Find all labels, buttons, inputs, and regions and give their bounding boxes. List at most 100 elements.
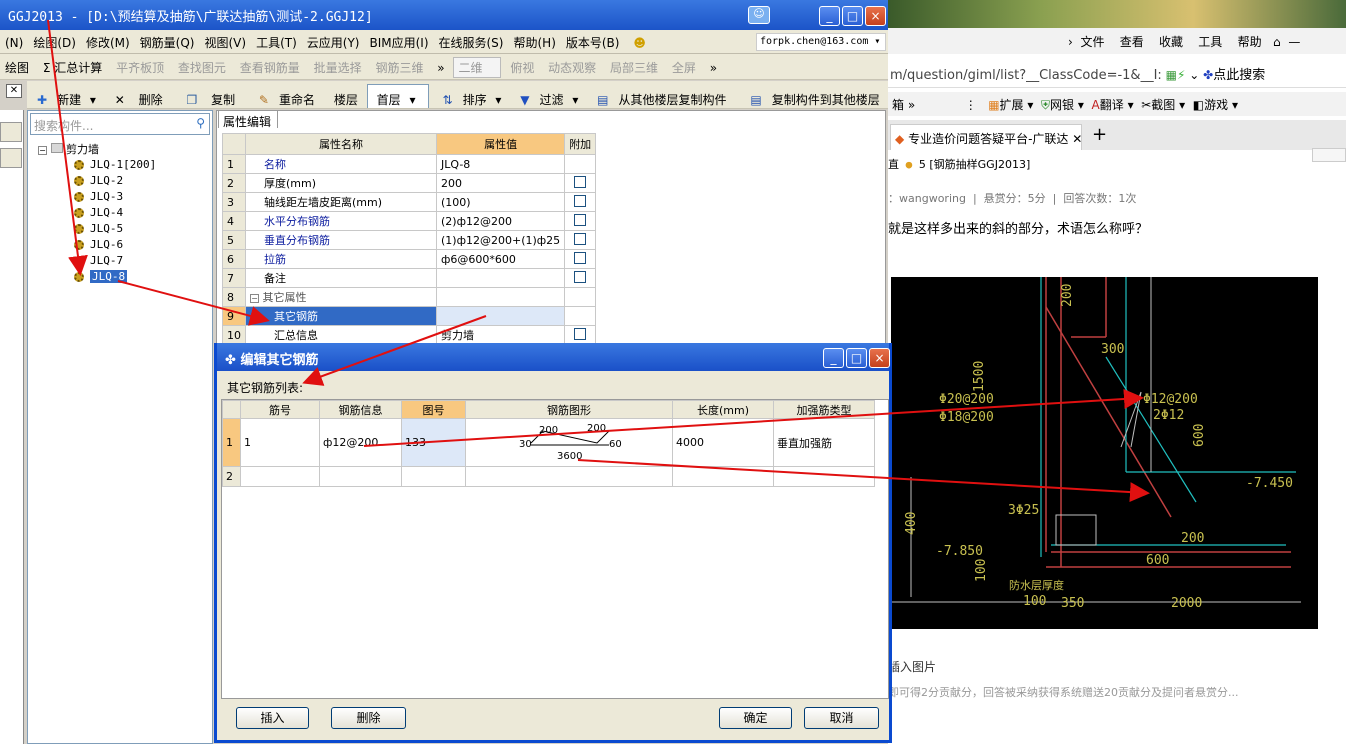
view-mode-select[interactable]: 二维 — [453, 57, 502, 78]
collapse-icon[interactable]: − — [250, 294, 259, 303]
prop-group[interactable]: − 其它属性 — [245, 287, 437, 307]
attach-checkbox[interactable] — [574, 270, 587, 283]
paw-icon[interactable]: ✤ — [1203, 68, 1213, 82]
tab-property-edit[interactable]: 属性编辑 — [218, 110, 278, 129]
prop-value[interactable]: (2)ф12@200 — [435, 211, 566, 231]
tool-draw[interactable]: 绘图 — [0, 54, 34, 79]
rename-button[interactable]: ✎ 重命名 — [249, 81, 325, 108]
left-pane-close-icon[interactable]: ✕ — [6, 84, 22, 98]
tree-item[interactable]: JLQ-5 — [74, 222, 123, 235]
search-input[interactable]: 搜索构件... ⚲ — [30, 113, 210, 135]
insert-button[interactable]: 插入 — [236, 707, 309, 729]
toolbar-overflow-2[interactable]: » — [705, 56, 722, 79]
favorites-item[interactable]: 截图 — [1151, 98, 1175, 112]
browser-menu-item[interactable]: 帮助 — [1238, 35, 1262, 49]
menu-item[interactable]: (N) — [0, 32, 28, 53]
tree-item[interactable]: JLQ-7 — [74, 254, 123, 267]
prop-value[interactable]: (1)ф12@200+(1)ф25 — [435, 230, 566, 250]
tool-rebar-3d[interactable]: 钢筋三维 — [370, 54, 428, 79]
menu-item[interactable]: 帮助(H) — [508, 30, 560, 53]
cancel-button[interactable]: 取消 — [804, 707, 879, 729]
help-face-icon[interactable]: ☺ — [748, 6, 770, 24]
tree-item[interactable]: JLQ-3 — [74, 190, 123, 203]
delete-button[interactable]: 删除 — [331, 707, 406, 729]
chevron-down-icon[interactable]: ⌄ — [1189, 68, 1199, 82]
favorites-item[interactable]: 网银 — [1050, 98, 1074, 112]
tool-fullscreen[interactable]: 全屏 — [667, 54, 701, 79]
menu-item[interactable]: 版本号(B) — [561, 30, 625, 53]
tree-item[interactable]: JLQ-6 — [74, 238, 123, 251]
search-icon[interactable]: ⚲ — [196, 116, 205, 130]
attach-checkbox[interactable] — [574, 251, 587, 264]
floor-select[interactable]: 首层 ▾ — [366, 84, 429, 108]
close-button[interactable]: × — [865, 6, 886, 26]
table-row[interactable]: 4 水平分布钢筋 (2)ф12@200 — [222, 211, 597, 231]
attach-checkbox[interactable] — [574, 194, 587, 207]
prop-value[interactable]: 200 — [435, 173, 566, 193]
collapse-icon[interactable]: − — [38, 146, 47, 155]
prop-value[interactable]: (100) — [435, 192, 566, 212]
favorites-item[interactable]: 箱 — [892, 98, 904, 112]
account-dropdown[interactable]: forpk.chen@163.com ▾ — [756, 33, 886, 51]
prop-value[interactable]: 剪力墙 — [435, 325, 566, 345]
tool-find-element[interactable]: 查找图元 — [173, 54, 231, 79]
copy-to-floor-button[interactable]: ▤ 复制构件到其他楼层 — [740, 81, 888, 108]
favorites-item[interactable]: 扩展 — [1000, 98, 1024, 112]
attach-checkbox[interactable] — [574, 175, 587, 188]
menu-item[interactable]: BIM应用(I) — [364, 30, 433, 53]
close-icon[interactable]: ✕ — [1072, 132, 1081, 146]
minimize-button[interactable]: _ — [819, 6, 840, 26]
search-box[interactable]: 点此搜索 — [1213, 68, 1265, 83]
rebar-info-cell[interactable]: ф12@200 — [319, 418, 402, 467]
tool-top-view[interactable]: 俯视 — [505, 54, 539, 79]
table-row[interactable]: 3 轴线距左墙皮距离(mm) (100) — [222, 192, 597, 212]
reinforce-type-cell[interactable]: 垂直加强筋 — [773, 418, 875, 467]
reinforce-type-cell[interactable] — [773, 466, 875, 487]
sort-button[interactable]: ⇅ 排序 ▾ — [433, 81, 507, 108]
attach-checkbox[interactable] — [574, 213, 587, 226]
dialog-minimize-button[interactable]: _ — [823, 348, 844, 368]
prop-value[interactable]: ф6@600*600 — [435, 249, 566, 269]
table-row-selected[interactable]: 9 其它钢筋 — [222, 306, 597, 326]
rebar-info-cell[interactable] — [319, 466, 402, 487]
dialog-close-button[interactable]: × — [869, 348, 890, 368]
tool-orbit[interactable]: 动态观察 — [543, 54, 601, 79]
ok-button[interactable]: 确定 — [719, 707, 792, 729]
prop-value[interactable] — [435, 306, 566, 326]
tree-item[interactable]: JLQ-2 — [74, 174, 123, 187]
prop-value[interactable] — [435, 268, 566, 288]
table-row[interactable]: 2 — [222, 466, 875, 487]
table-row[interactable]: 10 汇总信息 剪力墙 — [222, 325, 597, 345]
minimize-icon[interactable]: — — [1288, 35, 1300, 49]
maximize-button[interactable]: □ — [842, 6, 863, 26]
table-row[interactable]: 1 1 ф12@200 133 200 200 30 60 3600 4000 … — [222, 418, 875, 467]
home-icon[interactable]: ⌂ — [1273, 35, 1281, 49]
delete-button[interactable]: ✕ 删除 — [105, 81, 173, 108]
tool-flush-slab[interactable]: 平齐板顶 — [111, 54, 169, 79]
length-cell[interactable] — [672, 466, 774, 487]
nav-tab[interactable] — [0, 148, 22, 168]
browser-menu-item[interactable]: 工具 — [1198, 35, 1222, 49]
length-cell[interactable]: 4000 — [672, 418, 774, 467]
tree-item[interactable]: JLQ-4 — [74, 206, 123, 219]
attach-checkbox[interactable] — [574, 232, 587, 245]
new-button[interactable]: ✚ 新建 ▾ — [27, 81, 101, 108]
table-row[interactable]: 6 拉筋 ф6@600*600 — [222, 249, 597, 269]
bar-number-cell[interactable]: 1 — [240, 418, 320, 467]
favorites-item[interactable]: 翻译 — [1100, 98, 1124, 112]
browser-tab[interactable]: ◆ 专业造价问题答疑平台-广联达 ✕ — [890, 124, 1082, 150]
page-button[interactable] — [1312, 148, 1346, 162]
favorites-item[interactable]: 游戏 — [1204, 98, 1228, 112]
nav-tab[interactable] — [0, 122, 22, 142]
url-field[interactable]: m/question/giml/list?__ClassCode=-1&__I: — [890, 68, 1162, 83]
tool-batch-select[interactable]: 批量选择 — [309, 54, 367, 79]
browser-menu-item[interactable]: 收藏 — [1159, 35, 1183, 49]
browser-menu-item[interactable]: 文件 — [1080, 35, 1104, 49]
table-row[interactable]: 2 厚度(mm) 200 — [222, 173, 597, 193]
rebar-shape-cell[interactable] — [465, 466, 673, 487]
grid-icon[interactable]: ▦ — [1166, 68, 1177, 82]
copy-button[interactable]: ❐ 复制 — [176, 81, 245, 108]
tree-item[interactable]: JLQ-1[200] — [74, 158, 156, 171]
browser-menu-item[interactable]: 查看 — [1120, 35, 1144, 49]
figure-number-cell[interactable]: 133 — [401, 418, 466, 467]
